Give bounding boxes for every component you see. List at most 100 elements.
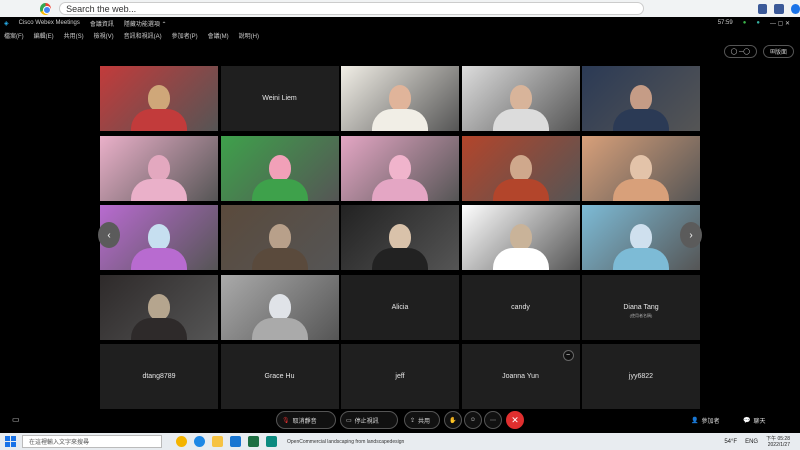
ellipsis-icon: ⋯ bbox=[490, 417, 496, 424]
language-indicator[interactable]: ENG bbox=[745, 439, 758, 445]
participant-video-tile[interactable] bbox=[582, 66, 700, 131]
clock-date: 2022/1/27 bbox=[767, 442, 790, 448]
hide-menu-link[interactable]: 隱藏功能選項 ⌃ bbox=[124, 19, 167, 28]
people-icon: 👤 bbox=[691, 417, 699, 424]
profile-icon[interactable] bbox=[790, 3, 800, 14]
participant-silhouette bbox=[613, 224, 669, 270]
participant-video-tile[interactable] bbox=[100, 135, 218, 201]
taskbar-search[interactable]: 在這裡輸入文字來搜尋 bbox=[22, 435, 162, 448]
participant-name-tile[interactable]: Joanna Yun − bbox=[461, 344, 580, 409]
chrome-taskbar-icon[interactable] bbox=[176, 436, 187, 447]
clock-time: 下午 05:28 bbox=[766, 436, 790, 442]
participant-name: Diana Tang bbox=[623, 303, 659, 311]
address-bar[interactable]: Search the web... bbox=[59, 2, 645, 15]
participant-silhouette bbox=[251, 224, 308, 270]
participant-name-tile[interactable]: Grace Hu bbox=[220, 344, 339, 409]
leave-meeting-button[interactable]: ✕ bbox=[506, 411, 524, 429]
layout-label: 版面 bbox=[774, 50, 787, 56]
participant-video-tile[interactable] bbox=[341, 205, 459, 270]
participant-silhouette bbox=[613, 154, 669, 201]
participant-name-tile[interactable]: dtang8789 bbox=[100, 344, 218, 409]
speaker-toggle[interactable]: ◯ ─◯ bbox=[723, 45, 757, 58]
clock: 下午 05:28 2022/1/27 bbox=[766, 435, 790, 448]
participant-silhouette bbox=[492, 85, 549, 131]
status-dot-teal-icon: ● bbox=[756, 20, 760, 26]
webex-taskbar-icon[interactable] bbox=[266, 436, 277, 447]
participant-video-tile[interactable] bbox=[220, 274, 339, 340]
participants-label: 參加者 bbox=[701, 418, 720, 425]
top-right-controls: ◯ ─◯ ⊞ 版面 bbox=[723, 45, 794, 58]
chrome-icon[interactable] bbox=[40, 2, 52, 15]
participant-video-tile[interactable] bbox=[461, 66, 580, 131]
participant-video-tile[interactable] bbox=[100, 274, 218, 340]
participant-video-tile[interactable] bbox=[220, 135, 339, 201]
participant-silhouette bbox=[492, 224, 549, 270]
windows-start-icon[interactable] bbox=[5, 436, 16, 447]
participant-name-tile[interactable]: candy bbox=[461, 274, 580, 340]
menu-meeting[interactable]: 會議(M) bbox=[208, 31, 229, 40]
participant-video-tile[interactable] bbox=[220, 205, 339, 270]
participant-name-tile[interactable]: Alicia bbox=[341, 274, 459, 340]
menu-view[interactable]: 檢視(V) bbox=[94, 31, 114, 40]
participant-silhouette bbox=[492, 154, 549, 201]
emoji-button[interactable]: ☺ bbox=[464, 411, 482, 429]
camera-icon: ▭ bbox=[346, 417, 352, 424]
participant-video-tile[interactable] bbox=[341, 66, 459, 131]
chat-button[interactable]: 💬 聊天 bbox=[738, 411, 771, 429]
share-icon: ⇪ bbox=[410, 417, 416, 424]
unmute-button[interactable]: 🎙 取消靜音 bbox=[276, 411, 336, 429]
participant-video-tile[interactable] bbox=[461, 205, 580, 270]
menu-audio-video[interactable]: 音訊和視訊(A) bbox=[124, 31, 162, 40]
participant-silhouette bbox=[131, 85, 187, 131]
participant-video-tile[interactable] bbox=[100, 66, 218, 131]
reactions-button[interactable]: ✋ bbox=[444, 411, 462, 429]
menu-participants[interactable]: 參加者(P) bbox=[172, 31, 198, 40]
participant-subtitle: (使用者名稱) bbox=[629, 312, 653, 318]
extension-icon[interactable] bbox=[774, 3, 784, 14]
participant-name-tile[interactable]: Weini Liem bbox=[220, 66, 339, 131]
webex-title-bar: ◈ Cisco Webex Meetings 會議資訊 隱藏功能選項 ⌃ 57:… bbox=[0, 17, 800, 29]
stop-video-button[interactable]: ▭ 停止視訊 bbox=[340, 411, 398, 429]
app-title: Cisco Webex Meetings bbox=[18, 20, 80, 26]
hand-icon: ✋ bbox=[449, 417, 457, 424]
more-options-button[interactable]: ⋯ bbox=[484, 411, 502, 429]
participants-button[interactable]: 👤 參加者 bbox=[686, 411, 725, 429]
participant-name: Joanna Yun bbox=[502, 373, 539, 380]
excel-icon[interactable] bbox=[248, 436, 259, 447]
participant-name: Grace Hu bbox=[264, 373, 295, 380]
previous-page-icon[interactable]: ‹ bbox=[98, 222, 120, 248]
taskbar-window-tab[interactable]: OpenCommercial landscaping from landscap… bbox=[287, 439, 404, 445]
browser-toolbar: Search the web... bbox=[0, 0, 800, 17]
participant-video-tile[interactable] bbox=[341, 135, 459, 201]
menu-file[interactable]: 檔案(F) bbox=[4, 31, 24, 40]
store-icon[interactable] bbox=[230, 436, 241, 447]
participant-silhouette bbox=[131, 224, 187, 270]
participant-name-tile[interactable]: jeff bbox=[341, 344, 459, 409]
participant-name-tile[interactable]: Diana Tang (使用者名稱) bbox=[582, 274, 700, 340]
meeting-clock: 57:59 bbox=[717, 20, 733, 26]
participant-name: jyy6822 bbox=[628, 373, 654, 380]
participant-silhouette bbox=[613, 85, 669, 131]
participant-silhouette bbox=[131, 154, 187, 201]
meeting-info-link[interactable]: 會議資訊 bbox=[90, 19, 114, 28]
participant-name: Weini Liem bbox=[262, 95, 297, 102]
facebook-icon[interactable] bbox=[758, 3, 768, 14]
participant-video-tile[interactable] bbox=[461, 135, 580, 201]
participant-video-tile[interactable] bbox=[582, 135, 700, 201]
chat-bubble-icon[interactable]: ▭ bbox=[12, 415, 20, 424]
share-button[interactable]: ⇪ 共用 bbox=[404, 411, 440, 429]
next-page-icon[interactable]: › bbox=[680, 222, 702, 248]
edge-icon[interactable] bbox=[194, 436, 205, 447]
layout-button[interactable]: ⊞ 版面 bbox=[762, 45, 794, 58]
window-controls[interactable]: — ▢ ✕ bbox=[770, 20, 790, 27]
menu-help[interactable]: 說明(H) bbox=[239, 31, 259, 40]
folder-icon[interactable] bbox=[212, 436, 223, 447]
participant-name-tile[interactable]: jyy6822 bbox=[582, 344, 700, 409]
menu-share[interactable]: 共用(S) bbox=[64, 31, 84, 40]
menu-bar: 檔案(F) 編輯(E) 共用(S) 檢視(V) 音訊和視訊(A) 參加者(P) … bbox=[0, 29, 800, 41]
menu-edit[interactable]: 編輯(E) bbox=[34, 31, 54, 40]
participant-silhouette bbox=[251, 293, 308, 340]
close-icon: ✕ bbox=[511, 414, 519, 425]
participant-grid: Weini Liem Alicia candy Diana Tang (使用者名稱) dt… bbox=[100, 66, 700, 409]
participant-silhouette bbox=[372, 224, 428, 270]
